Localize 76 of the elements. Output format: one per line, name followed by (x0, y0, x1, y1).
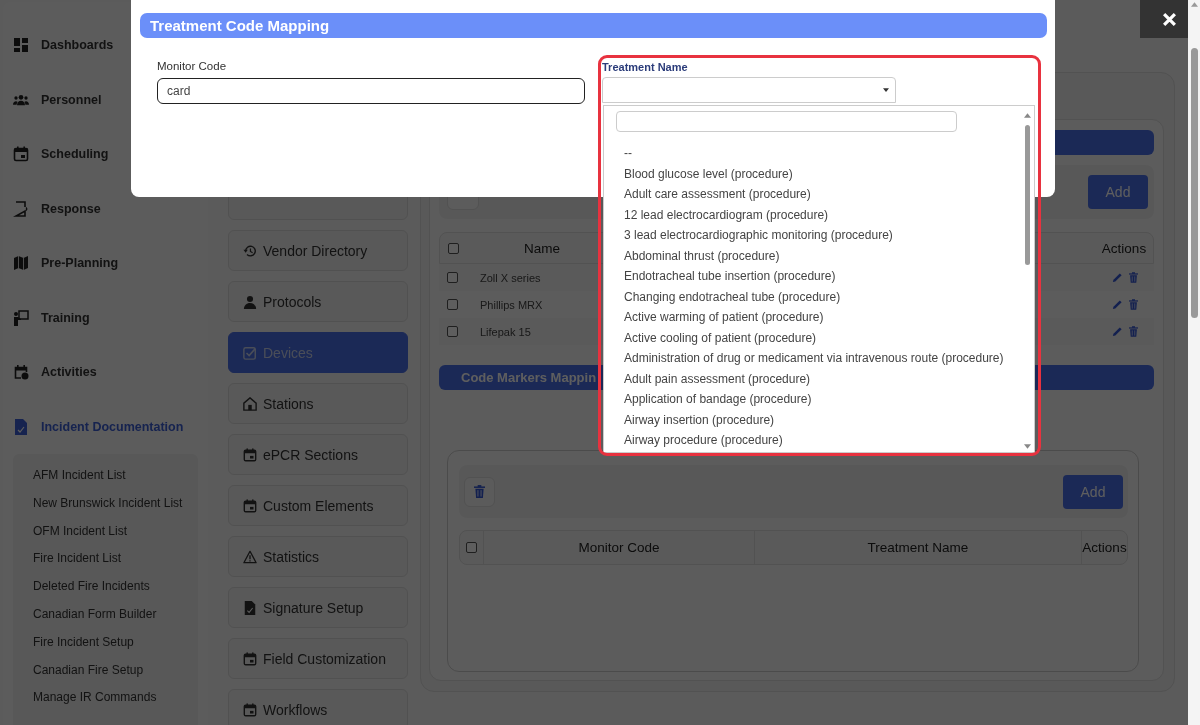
document-icon (243, 600, 257, 615)
checkbox[interactable] (466, 542, 477, 553)
scrollbar[interactable] (1188, 0, 1200, 725)
settings-menu-item[interactable]: Custom Elements (228, 485, 408, 526)
scroll-up-icon[interactable] (1190, 2, 1198, 7)
settings-menu-item[interactable]: Protocols (228, 281, 408, 322)
submenu-item[interactable]: AFM Incident List (13, 462, 198, 490)
settings-menu-item[interactable]: Workflows (228, 689, 408, 725)
settings-menu-item[interactable]: ePCR Sections (228, 434, 408, 475)
house-icon (243, 396, 257, 411)
calendar-icon (13, 364, 29, 381)
field-label: Treatment Name (602, 61, 689, 75)
close-icon (1161, 11, 1177, 27)
scrollbar-thumb[interactable] (1025, 125, 1030, 265)
submenu-item[interactable]: Fire Incident List (13, 545, 198, 574)
checkbox[interactable] (446, 272, 458, 283)
submenu-item[interactable]: Canadian Form Builder (13, 601, 198, 629)
trash-icon[interactable] (1129, 272, 1138, 283)
history-icon (243, 243, 257, 258)
pencil-icon[interactable] (1112, 326, 1123, 337)
checkbox[interactable] (446, 299, 458, 310)
submenu-item[interactable]: Canadian Fire Setup (13, 656, 198, 685)
column-header: Actions (1082, 540, 1127, 555)
submenu-item[interactable]: Fire Incident Setup (13, 628, 198, 657)
submenu-item[interactable]: Manage IR Commands (13, 684, 198, 713)
calendar-icon (243, 651, 257, 666)
sidebar-item[interactable]: Response (3, 181, 208, 236)
checkbox[interactable] (446, 326, 458, 337)
sidebar-item[interactable]: Scheduling (3, 127, 208, 182)
column-header: Actions (1100, 240, 1148, 256)
settings-menu-item[interactable]: Stations (228, 383, 408, 424)
scroll-down-icon[interactable] (1024, 444, 1031, 449)
pencil-icon[interactable] (1112, 299, 1123, 310)
calendar-icon (243, 498, 257, 513)
sidebar-item[interactable]: Activities (3, 345, 208, 400)
settings-menu-item[interactable]: Field Customization (228, 638, 408, 679)
trash-icon[interactable] (474, 485, 485, 498)
door-icon (13, 200, 29, 217)
calendar-icon (13, 146, 29, 163)
sidebar-item[interactable]: Incident Documentation (3, 399, 208, 454)
column-header: Treatment Name (755, 531, 1082, 564)
sidebar-item[interactable]: Training (3, 290, 208, 345)
document-icon (13, 418, 29, 435)
settings-menu-item[interactable]: Signature Setup (228, 587, 408, 628)
caret-icon (883, 88, 889, 92)
trash-icon[interactable] (1129, 299, 1138, 310)
search-field[interactable] (616, 111, 957, 132)
field-label: Monitor Code (157, 60, 228, 74)
submenu-item[interactable]: OFM Incident List (13, 517, 198, 546)
select-field[interactable] (602, 77, 896, 103)
column-header: Name (523, 240, 561, 256)
checkbox[interactable] (447, 242, 459, 254)
modal-title: Treatment Code Mapping (140, 13, 1047, 38)
delete-button[interactable] (464, 476, 495, 507)
calendar-icon (243, 447, 257, 462)
presenter-icon (13, 309, 29, 326)
submenu-item[interactable]: New Brunswick Incident List (13, 489, 198, 518)
person-icon (243, 294, 257, 309)
scrollbar[interactable] (1022, 111, 1033, 451)
input-field[interactable]: card (157, 78, 585, 104)
calendar-icon (243, 702, 257, 717)
pencil-icon[interactable] (1112, 272, 1123, 283)
grid-icon (13, 37, 29, 54)
settings-menu-item[interactable]: Vendor Directory (228, 230, 408, 271)
trash-icon[interactable] (1129, 326, 1138, 337)
add-button[interactable]: Add (1088, 175, 1148, 209)
map-icon (13, 255, 29, 272)
submenu-item[interactable]: Deleted Fire Incidents (13, 573, 198, 601)
warning-icon (243, 549, 257, 564)
sidebar-item[interactable]: Pre-Planning (3, 236, 208, 291)
scrollbar-thumb[interactable] (1190, 48, 1198, 318)
checkbox-icon (243, 345, 257, 360)
column-header: Monitor Code (484, 531, 755, 564)
settings-menu-item[interactable]: Statistics (228, 536, 408, 577)
add-button[interactable]: Add (1063, 474, 1123, 509)
section-title: Code Markers Mappin (461, 370, 597, 385)
